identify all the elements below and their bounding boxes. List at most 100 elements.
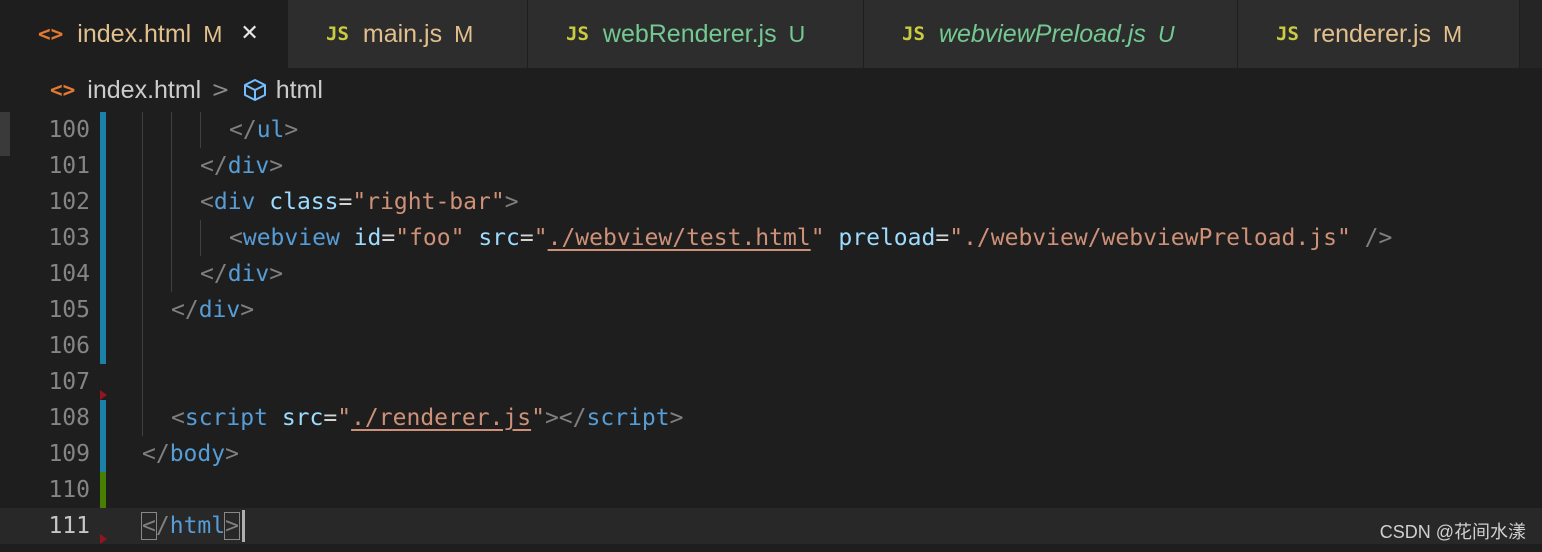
indent-guide	[142, 148, 143, 184]
code-token: <	[229, 225, 243, 251]
code-token: src	[478, 225, 520, 251]
indent-guide	[142, 292, 143, 328]
line-number: 110	[48, 477, 90, 503]
chevron-right-icon: >	[211, 77, 230, 103]
git-status-badge: M	[454, 20, 474, 47]
git-status-badge: U	[1157, 20, 1175, 47]
tab-main-js[interactable]: JS main.js M	[288, 0, 528, 68]
code-token: "right-bar"	[352, 189, 505, 215]
code-token: </	[200, 153, 228, 179]
code-token: <	[200, 189, 214, 215]
line-number: 106	[48, 333, 90, 359]
code-line[interactable]: 109 </body>	[0, 436, 1542, 472]
code-token: >	[669, 405, 684, 431]
code-token: class	[269, 189, 339, 215]
code-token: =	[323, 405, 338, 431]
code-token: />	[1350, 225, 1393, 251]
code-token: div	[227, 261, 270, 287]
tab-webviewPreload-js[interactable]: JS webviewPreload.js U	[864, 0, 1238, 68]
code-token: >	[504, 189, 519, 215]
code-line[interactable]: 100 </ul>	[0, 112, 1542, 148]
code-line[interactable]: 110	[0, 472, 1542, 508]
code-text: <div class="right-bar">	[200, 184, 519, 220]
close-icon[interactable]: ✕	[240, 23, 258, 45]
code-token: </	[200, 261, 228, 287]
git-modified-marker	[100, 256, 106, 292]
git-deleted-marker	[100, 534, 107, 544]
code-text: </div>	[200, 256, 283, 292]
git-modified-marker	[100, 148, 106, 184]
code-line[interactable]: 102 <div class="right-bar">	[0, 184, 1542, 220]
code-line[interactable]: 103 <webview id="foo" src="./webview/test…	[0, 220, 1542, 256]
code-line[interactable]: 108 <script src="./renderer.js"></script>	[0, 400, 1542, 436]
code-token: >	[224, 512, 240, 540]
git-modified-marker	[100, 328, 106, 364]
text-cursor	[242, 510, 245, 542]
code-line[interactable]: 107	[0, 364, 1542, 400]
tab-renderer-js[interactable]: JS renderer.js M	[1238, 0, 1520, 68]
indent-guide	[142, 400, 143, 436]
git-status-badge: M	[1443, 20, 1463, 47]
code-text: </div>	[200, 148, 283, 184]
line-number: 111	[48, 513, 90, 539]
tab-webRenderer-js[interactable]: JS webRenderer.js U	[528, 0, 864, 68]
git-deleted-marker	[100, 390, 107, 400]
code-token: ></	[544, 405, 587, 431]
indent-guide	[142, 220, 143, 256]
code-token: preload	[838, 225, 936, 251]
git-status-badge: U	[788, 20, 806, 47]
git-modified-marker	[100, 400, 106, 436]
indent-guide	[171, 148, 172, 184]
line-number: 104	[48, 261, 90, 287]
indent-guide	[142, 112, 143, 148]
code-editor[interactable]: 100 </ul> 101 </div> 102 <div class="right-ba…	[0, 112, 1542, 552]
git-modified-marker	[100, 184, 106, 220]
code-token: </	[171, 297, 199, 323]
js-file-icon: JS	[1276, 23, 1299, 45]
code-token: "foo"	[395, 225, 465, 251]
git-modified-marker	[100, 112, 106, 148]
line-number: 108	[48, 405, 90, 431]
code-line[interactable]: 101 </div>	[0, 148, 1542, 184]
breadcrumb-symbol[interactable]: html	[276, 76, 323, 105]
git-modified-marker	[100, 220, 106, 256]
line-number: 107	[48, 369, 90, 395]
tab-label: webviewPreload.js	[938, 19, 1146, 48]
code-line[interactable]: 106	[0, 328, 1542, 364]
code-token: >	[284, 117, 299, 143]
line-number: 102	[48, 189, 90, 215]
tab-index-html[interactable]: <> index.html M ✕	[0, 0, 288, 68]
indent-guide	[171, 256, 172, 292]
code-token: =	[935, 225, 950, 251]
code-line[interactable]: 111 </html>	[0, 508, 1542, 544]
code-token: =	[338, 189, 353, 215]
indent-guide	[171, 184, 172, 220]
indent-guide	[171, 112, 172, 148]
line-number: 101	[48, 153, 90, 179]
code-token: ul	[256, 117, 285, 143]
code-token: /	[155, 513, 170, 539]
html-file-icon: <>	[50, 78, 76, 102]
code-token: <	[141, 512, 157, 540]
code-token: webview	[242, 225, 340, 251]
breadcrumb: <> index.html > html	[0, 68, 1542, 112]
code-token: src	[281, 405, 324, 431]
cube-icon	[242, 77, 268, 103]
git-added-marker	[100, 472, 106, 508]
indent-guide	[171, 220, 172, 256]
indent-guide	[142, 364, 143, 400]
line-number: 100	[48, 117, 90, 143]
code-line[interactable]: 104 </div>	[0, 256, 1542, 292]
code-line[interactable]: 105 </div>	[0, 292, 1542, 328]
line-number: 109	[48, 441, 90, 467]
code-token: script	[586, 405, 670, 431]
code-token: "./webview/webviewPreload.js"	[949, 225, 1351, 251]
line-number: 105	[48, 297, 90, 323]
code-token: >	[240, 297, 255, 323]
breadcrumb-file[interactable]: index.html	[87, 76, 201, 105]
tab-label: index.html	[77, 19, 192, 48]
html-file-icon: <>	[38, 22, 64, 46]
